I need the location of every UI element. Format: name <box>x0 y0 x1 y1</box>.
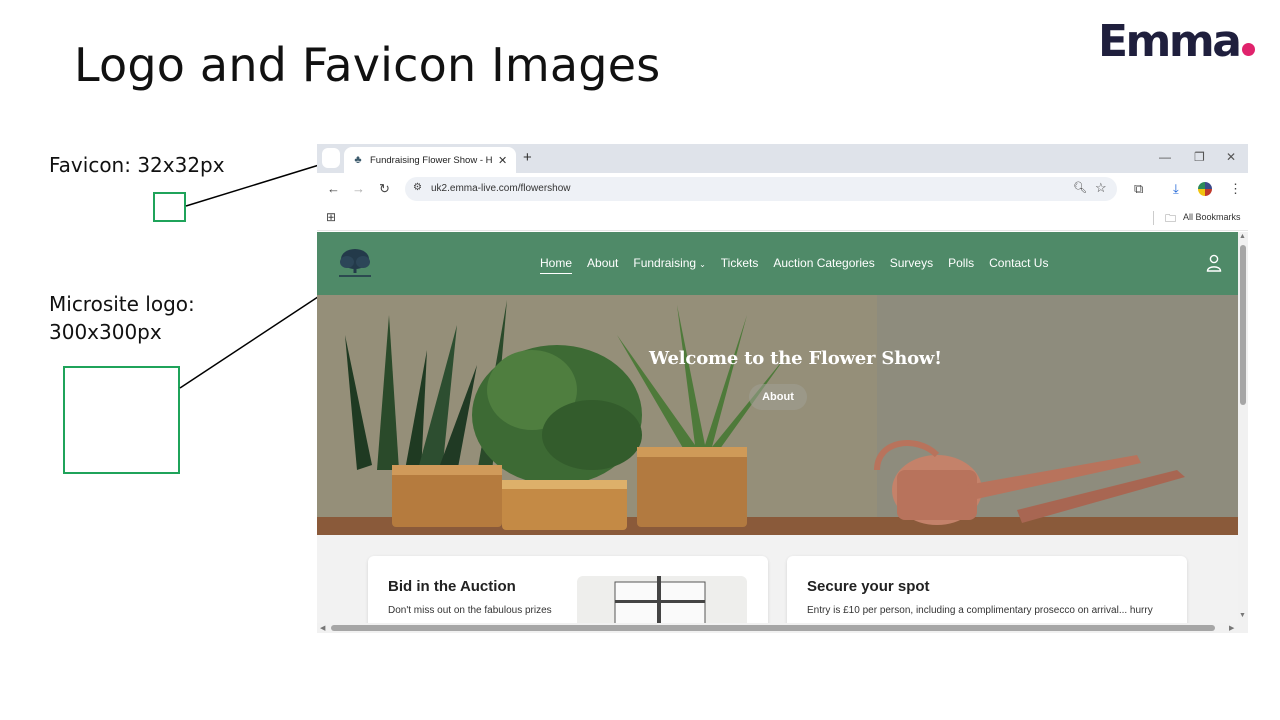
logo-placeholder-box <box>63 366 180 474</box>
nav-about[interactable]: About <box>587 256 618 274</box>
menu-dots-icon[interactable]: ⋮ <box>1229 181 1242 197</box>
restore-icon[interactable]: ❐ <box>1194 150 1205 164</box>
reload-icon[interactable]: ↻ <box>379 181 390 197</box>
url-text: uk2.emma-live.com/flowershow <box>431 183 571 194</box>
tab-search-button[interactable] <box>322 148 340 168</box>
forward-icon[interactable]: → <box>352 181 365 196</box>
bookmarks-bar: ⊞ 🗀 All Bookmarks <box>317 205 1248 231</box>
user-account-icon[interactable] <box>1206 254 1222 272</box>
all-bookmarks-link[interactable]: All Bookmarks <box>1183 212 1241 222</box>
nav-links: Home About Fundraising ⌄ Tickets Auction … <box>540 256 1063 274</box>
back-icon[interactable]: ← <box>327 181 340 196</box>
hero-plants-image <box>317 295 1238 535</box>
nav-fundraising[interactable]: Fundraising ⌄ <box>633 256 705 274</box>
nav-surveys[interactable]: Surveys <box>890 256 933 274</box>
browser-window: ♣ Fundraising Flower Show - Hom ✕ + — ❐ … <box>317 144 1248 633</box>
nav-fundraising-label: Fundraising <box>633 256 697 270</box>
site-navbar: Home About Fundraising ⌄ Tickets Auction … <box>317 232 1238 295</box>
brand-dot <box>1242 43 1256 56</box>
browser-tab-active[interactable]: ♣ Fundraising Flower Show - Hom ✕ <box>344 147 516 173</box>
hero-about-button[interactable]: About <box>749 384 807 410</box>
logo-label-line1: Microsite logo: <box>49 292 195 316</box>
hero-title: Welcome to the Flower Show! <box>649 348 942 369</box>
emma-logo: Emma <box>1098 16 1256 67</box>
close-tab-icon[interactable]: ✕ <box>498 154 507 167</box>
tab-strip: ♣ Fundraising Flower Show - Hom ✕ + — ❐ … <box>317 144 1248 173</box>
scroll-up-arrow-icon[interactable]: ▲ <box>1239 233 1246 240</box>
download-icon[interactable]: ⤓ <box>1173 181 1179 197</box>
cards-section: Bid in the Auction Don't miss out on the… <box>317 535 1238 623</box>
vertical-scroll-thumb[interactable] <box>1240 245 1246 405</box>
window-close-icon[interactable]: ✕ <box>1226 150 1236 164</box>
logo-label-line2: 300x300px <box>49 320 162 344</box>
tree-favicon-icon: ♣ <box>354 154 362 166</box>
address-bar[interactable]: ⚙ uk2.emma-live.com/flowershow 🔍︎ ☆ <box>405 177 1117 201</box>
browser-toolbar: ← → ↻ ⚙ uk2.emma-live.com/flowershow 🔍︎ … <box>317 173 1248 205</box>
scroll-left-arrow-icon[interactable]: ◀ <box>320 624 325 632</box>
nav-auction-categories[interactable]: Auction Categories <box>773 256 874 274</box>
logo-arrow <box>179 284 338 389</box>
chevron-down-icon: ⌄ <box>699 260 706 269</box>
tree-logo-icon[interactable] <box>335 246 375 282</box>
favicon-placeholder-box <box>153 192 186 222</box>
card-title: Bid in the Auction <box>388 578 516 595</box>
scroll-right-arrow-icon[interactable]: ▶ <box>1229 624 1234 632</box>
card-text: Entry is £10 per person, including a com… <box>807 605 1153 616</box>
scroll-down-arrow-icon[interactable]: ▼ <box>1239 612 1246 619</box>
card-text: Don't miss out on the fabulous prizes <box>388 605 552 616</box>
favicon-label: Favicon: 32x32px <box>49 153 225 177</box>
slide-title: Logo and Favicon Images <box>74 38 661 92</box>
new-tab-icon[interactable]: + <box>523 149 532 166</box>
gift-box-image <box>577 576 747 623</box>
zoom-icon[interactable]: 🔍︎ <box>1073 181 1087 194</box>
page-viewport: Home About Fundraising ⌄ Tickets Auction … <box>317 232 1238 623</box>
bookmarks-separator <box>1153 211 1154 225</box>
auction-card[interactable]: Bid in the Auction Don't miss out on the… <box>368 556 768 623</box>
apps-grid-icon[interactable]: ⊞ <box>326 210 336 224</box>
profile-avatar-icon[interactable] <box>1198 182 1212 196</box>
nav-contact-us[interactable]: Contact Us <box>989 256 1048 274</box>
vertical-scrollbar[interactable]: ▲ ▼ <box>1238 232 1248 623</box>
hero-banner: Welcome to the Flower Show! About <box>317 295 1238 535</box>
minimize-icon[interactable]: — <box>1159 150 1171 164</box>
brand-text: Emma <box>1098 16 1242 67</box>
site-info-icon[interactable]: ⚙ <box>413 182 422 193</box>
horizontal-scrollbar[interactable]: ◀ ▶ <box>317 623 1248 633</box>
bookmark-star-icon[interactable]: ☆ <box>1095 180 1107 196</box>
nav-home[interactable]: Home <box>540 256 573 274</box>
tab-title: Fundraising Flower Show - Hom <box>370 154 492 166</box>
card-title: Secure your spot <box>807 578 930 595</box>
nav-tickets[interactable]: Tickets <box>721 256 759 274</box>
horizontal-scroll-thumb[interactable] <box>331 625 1215 631</box>
nav-polls[interactable]: Polls <box>948 256 974 274</box>
folder-icon: 🗀 <box>1165 213 1176 225</box>
tickets-card[interactable]: Secure your spot Entry is £10 per person… <box>787 556 1187 623</box>
extensions-icon[interactable]: ⧉ <box>1134 181 1143 197</box>
